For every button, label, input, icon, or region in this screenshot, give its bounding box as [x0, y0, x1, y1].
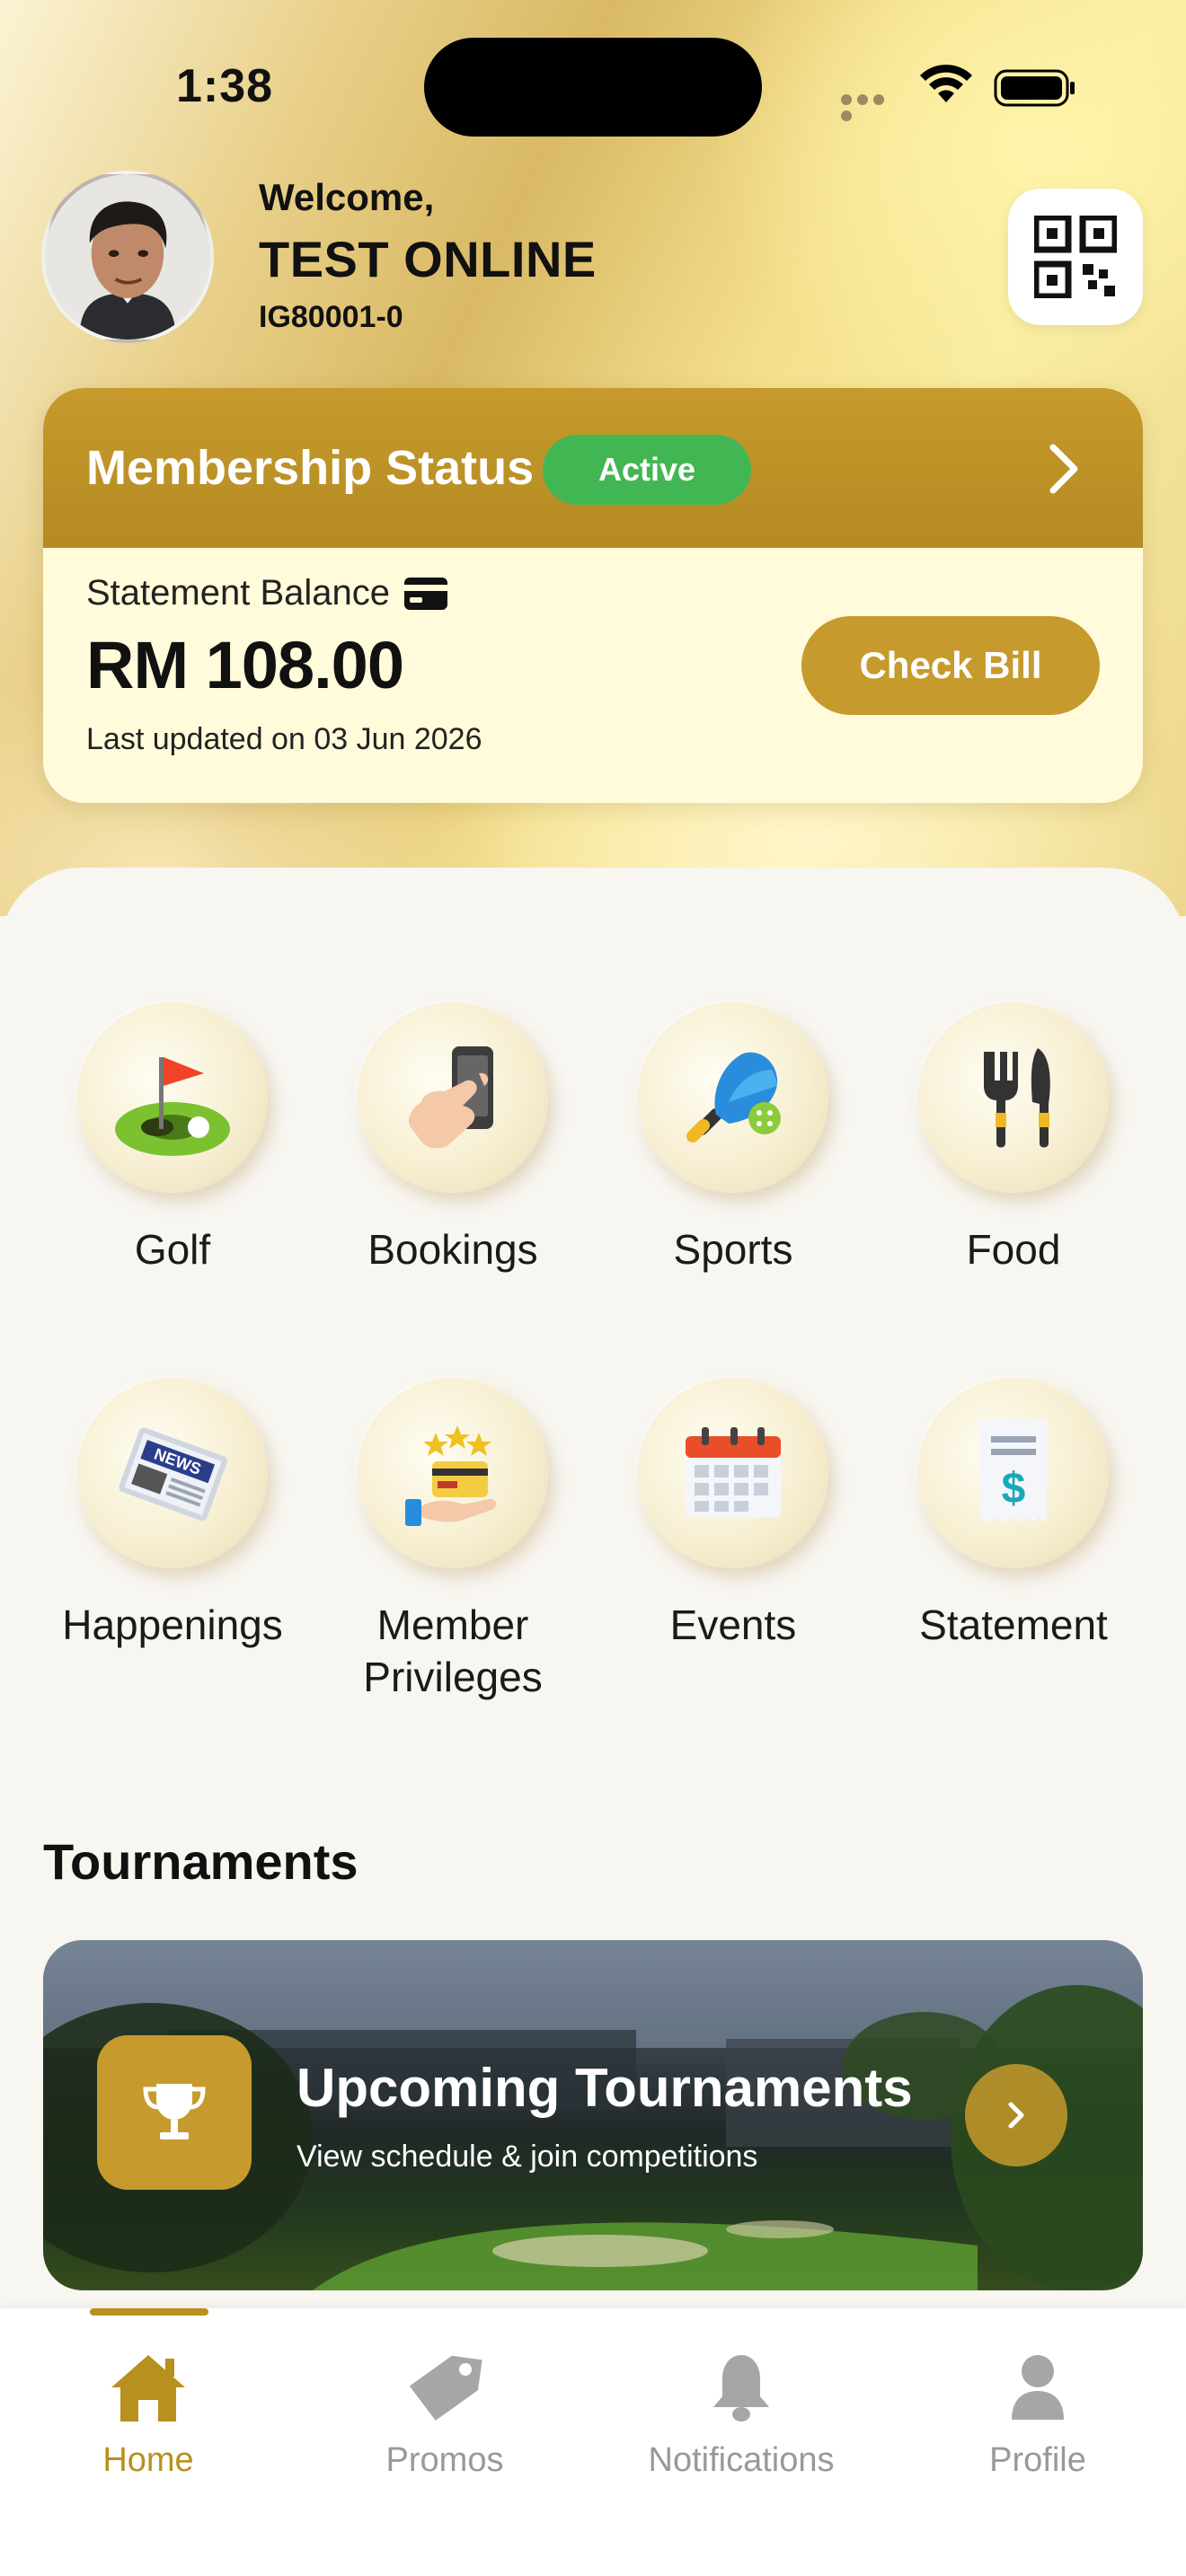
status-badge: Active — [543, 435, 751, 505]
tournament-trophy-badge — [97, 2035, 252, 2190]
tournaments-section-title: Tournaments — [43, 1833, 358, 1890]
avatar[interactable] — [41, 171, 214, 343]
nav-home[interactable]: Home — [0, 2308, 296, 2506]
chevron-right-icon — [1008, 2102, 1024, 2129]
membership-status-title: Membership Status — [86, 441, 535, 495]
tournament-card-subtitle: View schedule & join competitions — [296, 2139, 758, 2174]
membership-card: Membership Status Active Statement Balan… — [43, 388, 1143, 803]
events-icon-circle — [638, 1378, 828, 1568]
tournament-open-button[interactable] — [965, 2064, 1067, 2166]
wifi-icon — [920, 64, 972, 102]
tournament-card-title: Upcoming Tournaments — [296, 2058, 913, 2118]
newspaper-icon: NEWS — [119, 1427, 227, 1522]
service-label: Sports — [673, 1226, 793, 1273]
sports-icon-circle — [638, 1002, 828, 1193]
service-label: Statement — [919, 1601, 1108, 1648]
statement-icon-circle: $ — [918, 1378, 1109, 1568]
service-label: Member Privileges — [363, 1601, 543, 1700]
battery-icon — [994, 69, 1075, 107]
receipt-icon: $ — [980, 1420, 1047, 1522]
membership-status-header[interactable]: Membership Status Active — [43, 388, 1143, 548]
member-id: IG80001-0 — [259, 300, 403, 334]
service-tile-bookings[interactable]: Bookings — [313, 1002, 593, 1275]
service-label: Golf — [134, 1226, 211, 1273]
statement-balance-text: Statement Balance — [86, 573, 390, 613]
nav-promos[interactable]: Promos — [296, 2308, 593, 2506]
avatar-photo — [45, 174, 210, 340]
statement-balance-label: Statement Balance — [86, 573, 447, 613]
qr-code-icon — [1034, 216, 1117, 298]
nav-label: Profile — [989, 2441, 1086, 2479]
service-tile-events[interactable]: Events — [593, 1378, 873, 1651]
nav-label: Notifications — [648, 2441, 835, 2479]
trophy-icon — [143, 2084, 206, 2139]
check-bill-button[interactable]: Check Bill — [801, 616, 1100, 715]
service-tile-happenings[interactable]: NEWS Happenings — [32, 1378, 313, 1651]
food-icon-circle — [918, 1002, 1109, 1193]
service-tile-food[interactable]: Food — [873, 1002, 1154, 1275]
service-label: Bookings — [367, 1226, 538, 1273]
balance-amount: RM 108.00 — [86, 628, 404, 702]
privileges-icon — [405, 1425, 497, 1526]
nav-label: Promos — [385, 2441, 504, 2479]
service-tile-statement[interactable]: $ Statement — [873, 1378, 1154, 1651]
dynamic-island — [424, 38, 762, 137]
nav-label: Home — [102, 2441, 194, 2479]
svg-text:$: $ — [1002, 1465, 1026, 1513]
tag-icon — [409, 2355, 482, 2421]
person-icon — [1012, 2355, 1064, 2420]
service-label: Events — [669, 1601, 797, 1648]
member-name: TEST ONLINE — [259, 231, 597, 287]
chevron-right-icon[interactable] — [1046, 442, 1082, 496]
golf-icon — [115, 1057, 230, 1156]
last-updated-text: Last updated on 03 Jun 2026 — [86, 722, 482, 756]
happenings-icon-circle: NEWS — [77, 1378, 268, 1568]
nav-notifications[interactable]: Notifications — [593, 2308, 890, 2506]
cellular-signal-icon — [841, 93, 900, 121]
pickleball-icon — [686, 1052, 781, 1142]
bottom-navigation: Home Promos Notifications Profile — [0, 2308, 1186, 2576]
calendar-icon — [686, 1427, 781, 1517]
privileges-icon-circle — [358, 1378, 548, 1568]
upcoming-tournaments-card[interactable]: Upcoming Tournaments View schedule & joi… — [43, 1940, 1143, 2290]
service-tile-sports[interactable]: Sports — [593, 1002, 873, 1275]
service-tile-golf[interactable]: Golf — [32, 1002, 313, 1275]
service-label: Food — [966, 1226, 1061, 1273]
service-tile-member-privileges[interactable]: Member Privileges — [313, 1378, 593, 1703]
home-icon — [111, 2355, 185, 2422]
bookings-icon-circle — [358, 1002, 548, 1193]
credit-card-icon — [404, 577, 447, 610]
phone-booking-icon — [408, 1046, 493, 1149]
fork-knife-icon — [984, 1048, 1050, 1148]
nav-profile[interactable]: Profile — [890, 2308, 1186, 2506]
status-time: 1:38 — [176, 60, 274, 112]
service-label: Happenings — [62, 1601, 283, 1648]
bell-icon — [713, 2355, 769, 2422]
qr-code-button[interactable] — [1008, 189, 1143, 325]
golf-icon-circle — [77, 1002, 268, 1193]
welcome-text: Welcome, — [259, 176, 435, 218]
